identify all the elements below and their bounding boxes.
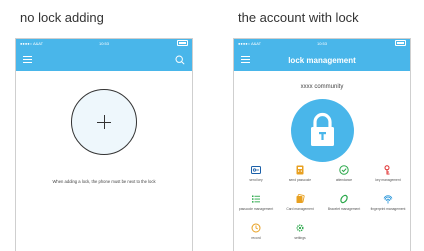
add-lock-button[interactable] — [71, 89, 137, 155]
function-label: passcode management — [238, 207, 274, 211]
lock-button[interactable] — [291, 99, 354, 162]
record-clock-icon — [251, 223, 261, 233]
send-passcode-button[interactable]: send passcode — [278, 165, 322, 193]
caption-with-lock: the account with lock — [238, 10, 359, 25]
phone-screen-no-lock: ●●●●○ A&AT 10:53 When adding a lock, the… — [15, 38, 193, 251]
status-bar: ●●●●○ A&AT 10:53 — [16, 39, 192, 49]
card-management-button[interactable]: Card management — [278, 194, 322, 222]
function-label: Bracelet management — [327, 207, 361, 211]
function-label: record — [251, 236, 261, 240]
check-circle-icon — [339, 165, 349, 175]
app-header: ●●●●○ A&AT 10:53 — [16, 39, 192, 71]
function-label: attendance — [335, 178, 353, 182]
bracelet-management-button[interactable]: Bracelet management — [322, 194, 366, 222]
function-label: send key — [249, 178, 263, 182]
app-header: ●●●●○ A&AT 10:53 lock management — [234, 39, 410, 71]
passcode-icon — [296, 165, 304, 175]
key-management-icon — [384, 165, 390, 175]
status-bar: ●●●●○ A&AT 10:53 — [234, 39, 410, 49]
status-time: 10:53 — [316, 41, 327, 46]
add-lock-hint: When adding a lock, the phone must be ne… — [52, 179, 156, 184]
card-stack-icon — [296, 194, 305, 203]
fingerprint-icon — [383, 195, 393, 204]
community-name: xxxx community — [300, 84, 344, 90]
passcode-management-button[interactable]: passcode management — [234, 194, 278, 222]
battery-icon — [177, 39, 188, 49]
send-key-button[interactable]: send key — [234, 165, 278, 193]
key-management-button[interactable]: key management — [366, 165, 410, 193]
function-label: fingerprint management — [370, 207, 406, 211]
caption-no-lock: no lock adding — [20, 10, 104, 25]
function-label: send passcode — [288, 178, 312, 182]
page-title: lock management — [288, 56, 356, 65]
settings-button[interactable]: settings — [278, 223, 322, 251]
function-label: settings — [294, 236, 306, 240]
function-label: Card management — [286, 207, 314, 211]
phone-screen-with-lock: ●●●●○ A&AT 10:53 lock management xxxx co… — [233, 38, 411, 251]
list-icon — [252, 195, 260, 203]
key-card-icon — [251, 166, 261, 174]
record-button[interactable]: record — [234, 223, 278, 251]
padlock-icon — [311, 112, 334, 146]
settings-gear-icon — [296, 224, 304, 232]
status-time: 10:53 — [98, 41, 109, 46]
function-label: key management — [375, 178, 401, 182]
bracelet-icon — [340, 194, 348, 204]
menu-icon[interactable] — [23, 56, 32, 64]
fingerprint-management-button[interactable]: fingerprint management — [366, 194, 410, 222]
battery-icon — [395, 39, 406, 49]
search-icon[interactable] — [175, 55, 185, 65]
attendance-button[interactable]: attendance — [322, 165, 366, 193]
